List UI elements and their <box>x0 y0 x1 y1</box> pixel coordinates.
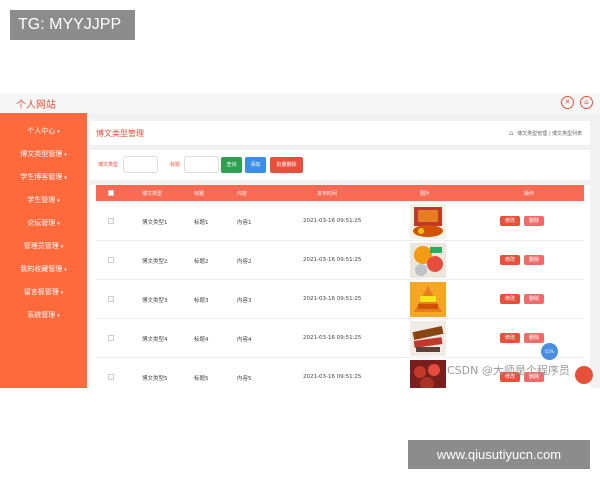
column-header: 标题 <box>194 191 205 197</box>
column-header: 图片 <box>420 191 431 197</box>
site-title: 个人网站 <box>16 100 56 111</box>
breadcrumb: ⌂ 博文类型管理 / 博文类型列表 <box>509 129 582 137</box>
row-checkbox[interactable] <box>108 296 114 302</box>
sidebar-item-student-blogs[interactable]: 学生博客管理 ▾ <box>0 170 87 184</box>
row-checkbox[interactable] <box>108 374 114 380</box>
chevron-down-icon: ▾ <box>57 198 60 204</box>
table-header: 博文类型 标题 内容 发布时间 图片 操作 <box>96 185 584 201</box>
food-image <box>410 204 446 239</box>
sidebar: 个人中心 ▾ 博文类型管理 ▾ 学生博客管理 ▾ 学生管理 ▾ 论坛管理 ▾ 管理员管理 ▾… <box>0 113 87 388</box>
sidebar-item-favorites[interactable]: 我的收藏管理 ▾ <box>0 262 87 276</box>
chevron-down-icon: ▾ <box>60 290 64 296</box>
watermark-top: TG: MYYJJPP <box>10 10 135 40</box>
delete-button[interactable]: 删除 <box>524 255 544 265</box>
add-button[interactable]: 添加 <box>245 157 266 173</box>
edit-button[interactable]: 修改 <box>500 216 520 226</box>
home-icon[interactable]: ⌂ <box>509 129 513 137</box>
settings-icon[interactable]: ✕ <box>561 96 574 109</box>
select-all-checkbox[interactable] <box>108 190 114 196</box>
delete-button[interactable]: 删除 <box>524 216 544 226</box>
breadcrumb-item: 博文类型列表 <box>551 131 582 137</box>
delete-button[interactable]: 删除 <box>524 333 544 343</box>
page: TG: MYYJJPP 个人网站 ✕ ⌂ 个人中心 ▾ 博文类型管理 ▾ 学生博客管… <box>0 0 600 480</box>
sidebar-item-students[interactable]: 学生管理 ▾ <box>0 193 87 207</box>
page-title: 博文类型管理 <box>96 129 144 138</box>
page-header: 博文类型管理 ⌂ 博文类型管理 / 博文类型列表 <box>90 121 590 145</box>
food-image <box>410 243 446 278</box>
edit-button[interactable]: 修改 <box>500 255 520 265</box>
chevron-down-icon: ▾ <box>57 129 60 135</box>
user-icon[interactable]: ⌂ <box>580 96 593 109</box>
watermark-bottom: www.qiusutiyucn.com <box>408 440 590 469</box>
column-header: 博文类型 <box>142 191 163 197</box>
sidebar-item-admins[interactable]: 管理员管理 ▾ <box>0 239 87 253</box>
food-image <box>410 321 446 356</box>
type-search-input[interactable] <box>123 156 158 173</box>
batch-delete-button[interactable]: 批量删除 <box>270 157 303 173</box>
edit-button[interactable]: 修改 <box>500 333 520 343</box>
float-badge[interactable]: 51% <box>541 343 558 360</box>
food-image <box>410 282 446 317</box>
chevron-down-icon: ▾ <box>57 313 60 319</box>
table-row: 博文类型1 标题1 内容1 2021-03-16 09:51:25 修改 删除 <box>96 202 584 241</box>
sidebar-item-blog-types[interactable]: 博文类型管理 ▾ <box>0 147 87 161</box>
table-row: 博文类型3 标题3 内容3 2021-03-16 09:51:25 修改 删除 <box>96 280 584 319</box>
breadcrumb-item[interactable]: 博文类型管理 <box>517 131 547 137</box>
row-checkbox[interactable] <box>108 335 114 341</box>
table-row: 博文类型4 标题4 内容4 2021-03-16 09:51:25 修改 删除 <box>96 319 584 358</box>
float-button[interactable] <box>575 366 593 384</box>
type-label: 博文类型 <box>98 162 119 168</box>
app-window: 个人网站 ✕ ⌂ 个人中心 ▾ 博文类型管理 ▾ 学生博客管理 ▾ 学生管理 ▾ 论坛管… <box>0 93 600 388</box>
row-checkbox[interactable] <box>108 218 114 224</box>
column-header: 内容 <box>237 191 248 197</box>
column-header: 发布时间 <box>317 191 338 197</box>
column-header: 操作 <box>524 191 535 197</box>
data-table: 博文类型 标题 内容 发布时间 图片 操作 博文类型1 标题1 内容1 2021… <box>90 185 590 388</box>
chevron-down-icon: ▾ <box>60 244 64 250</box>
table-row: 博文类型2 标题2 内容2 2021-03-16 09:51:25 修改 删除 <box>96 241 584 280</box>
sidebar-item-system[interactable]: 系统管理 ▾ <box>0 308 87 322</box>
chevron-down-icon: ▾ <box>64 175 67 181</box>
top-bar: 个人网站 ✕ ⌂ <box>0 93 600 113</box>
row-checkbox[interactable] <box>108 257 114 263</box>
title-label: 标题 <box>170 162 181 168</box>
edit-button[interactable]: 修改 <box>500 294 520 304</box>
title-search-input[interactable] <box>184 156 219 173</box>
sidebar-item-messages[interactable]: 留言板管理 ▾ <box>0 285 87 299</box>
sidebar-item-profile[interactable]: 个人中心 ▾ <box>0 124 87 138</box>
watermark-csdn: CSDN @大师是个程序员 <box>447 364 570 377</box>
search-bar: 博文类型 标题 查询 添加 批量删除 <box>90 150 590 180</box>
chevron-down-icon: ▾ <box>64 267 67 273</box>
query-button[interactable]: 查询 <box>221 157 242 173</box>
food-image <box>410 360 446 388</box>
delete-button[interactable]: 删除 <box>524 294 544 304</box>
chevron-down-icon: ▾ <box>64 152 67 158</box>
chevron-down-icon: ▾ <box>57 221 60 227</box>
sidebar-item-forum[interactable]: 论坛管理 ▾ <box>0 216 87 230</box>
